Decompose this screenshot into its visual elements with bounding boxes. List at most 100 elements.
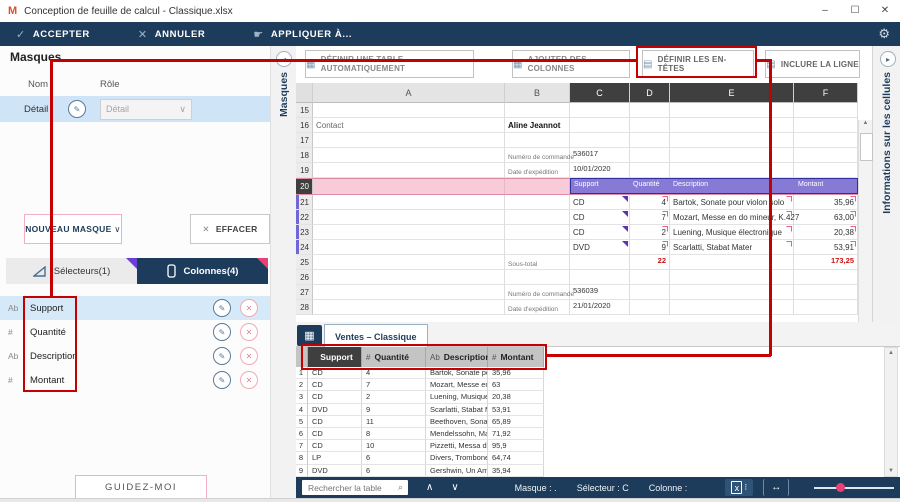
cell-d[interactable]: 2	[630, 225, 670, 240]
cell-quantite[interactable]: 11	[362, 416, 426, 428]
cell-description[interactable]: Mendelssohn, March...	[426, 428, 488, 440]
column-header-e[interactable]: E	[670, 83, 794, 103]
row-number[interactable]: 28	[296, 300, 313, 315]
cell-b[interactable]	[505, 240, 570, 255]
cell-support[interactable]: CD	[308, 440, 362, 452]
cell-a[interactable]	[313, 255, 505, 270]
cell-support[interactable]: DVD	[308, 465, 362, 477]
cell-montant[interactable]: 65,89	[488, 416, 544, 428]
new-mask-button[interactable]: NOUVEAU MASQUE ∨	[24, 214, 122, 244]
table-row[interactable]: 2 CD 7 Mozart, Messe en do... 63	[296, 379, 544, 391]
collapse-right-icon[interactable]: ▸	[880, 51, 896, 67]
cell-b[interactable]: Numéro de commande	[505, 285, 570, 300]
cell-description[interactable]: Luening, Musique éle...	[426, 391, 488, 403]
cell-e[interactable]	[670, 270, 794, 285]
cell-a[interactable]	[313, 179, 505, 194]
cell-d[interactable]: 9	[630, 240, 670, 255]
cell-d[interactable]: 7	[630, 210, 670, 225]
scroll-down-icon[interactable]: ▼	[888, 468, 894, 474]
cell-quantite[interactable]: 8	[362, 428, 426, 440]
cell-e[interactable]	[670, 118, 794, 133]
cell-c[interactable]: 536017	[570, 148, 630, 163]
cancel-button[interactable]: ✕ ANNULER	[138, 28, 205, 41]
cell-description[interactable]: Beethoven, Sonate P...	[426, 416, 488, 428]
next-match-icon[interactable]: ∨	[451, 482, 458, 493]
cell-quantite[interactable]: 10	[362, 440, 426, 452]
cell-c[interactable]	[570, 103, 630, 118]
row-number[interactable]: 19	[296, 163, 313, 178]
column-header-c[interactable]: C	[570, 83, 630, 103]
row-number[interactable]: 26	[296, 270, 313, 285]
tab-selecteurs[interactable]: Sélecteurs(1)	[6, 258, 137, 284]
define-table-button[interactable]: ▦ DÉFINIR UNE TABLE AUTOMATIQUEMENT	[305, 50, 474, 78]
close-icon[interactable]: ✕	[870, 0, 900, 22]
cell-description[interactable]: Mozart, Messe en do...	[426, 379, 488, 391]
edit-column-icon[interactable]: ✎	[213, 323, 231, 341]
cell-e[interactable]: Mozart, Messe en do mineur, K.427	[670, 210, 794, 225]
header-selection-range[interactable]: Support Quantité Description Montant	[570, 178, 858, 194]
cell-c[interactable]	[570, 118, 630, 133]
table-row[interactable]: 3 CD 2 Luening, Musique éle... 20,38	[296, 391, 544, 403]
cell-c[interactable]: DVD	[570, 240, 630, 255]
cell-e[interactable]	[670, 163, 794, 178]
row-number[interactable]: 24	[296, 240, 313, 255]
cell-f[interactable]	[794, 148, 858, 163]
cell-c[interactable]: CD	[570, 195, 630, 210]
table-row[interactable]: 5 CD 11 Beethoven, Sonate P... 65,89	[296, 416, 544, 428]
cell-d[interactable]	[630, 270, 670, 285]
cell-f[interactable]	[794, 270, 858, 285]
cell-a[interactable]	[313, 148, 505, 163]
guide-me-button[interactable]: GUIDEZ-MOI	[75, 475, 207, 499]
cell-c[interactable]	[570, 133, 630, 148]
cell-f[interactable]	[794, 300, 858, 315]
cell-montant[interactable]: 53,91	[488, 404, 544, 416]
cell-e[interactable]: Scarlatti, Stabat Mater	[670, 240, 794, 255]
column-header-a[interactable]: A	[313, 83, 505, 103]
cell-b[interactable]: Sous-total	[505, 255, 570, 270]
corner-cell[interactable]	[296, 83, 313, 103]
table-row[interactable]: 9 DVD 6 Gershwin, Un Améric... 35,94	[296, 465, 544, 477]
edit-column-icon[interactable]: ✎	[213, 371, 231, 389]
cell-c[interactable]: CD	[570, 225, 630, 240]
cell-support[interactable]: LP	[308, 452, 362, 464]
cell-a[interactable]	[313, 285, 505, 300]
zoom-slider-handle[interactable]	[836, 483, 845, 492]
cell-f[interactable]: 35,96	[794, 195, 858, 210]
delete-column-icon[interactable]: ✕	[240, 371, 258, 389]
cell-support[interactable]: CD	[308, 391, 362, 403]
cell-f[interactable]	[794, 118, 858, 133]
cell-c[interactable]: 536039	[570, 285, 630, 300]
cell-d[interactable]: 4	[630, 195, 670, 210]
previous-match-icon[interactable]: ∧	[426, 482, 433, 493]
cell-d[interactable]	[630, 285, 670, 300]
accept-button[interactable]: ✓ ACCEPTER	[16, 28, 90, 41]
cell-d[interactable]	[630, 300, 670, 315]
cell-d[interactable]	[630, 163, 670, 178]
cell-b[interactable]	[505, 103, 570, 118]
cell-montant[interactable]: 95,9	[488, 440, 544, 452]
cell-b[interactable]	[505, 195, 570, 210]
cell-montant[interactable]: 35,94	[488, 465, 544, 477]
row-number[interactable]: 17	[296, 133, 313, 148]
cell-b[interactable]: Aline Jeannot	[505, 118, 570, 133]
cell-quantite[interactable]: 2	[362, 391, 426, 403]
minimize-icon[interactable]: –	[810, 0, 840, 22]
column-header-d[interactable]: D	[630, 83, 670, 103]
cell-quantite[interactable]: 7	[362, 379, 426, 391]
cell-e[interactable]	[670, 300, 794, 315]
cell-info-side-tab[interactable]: Informations sur les cellules	[881, 72, 893, 214]
cell-b[interactable]	[505, 270, 570, 285]
cell-e[interactable]	[670, 255, 794, 270]
cell-b[interactable]: Numéro de commande	[505, 148, 570, 163]
cell-a[interactable]	[313, 270, 505, 285]
cell-b[interactable]	[505, 210, 570, 225]
delete-column-icon[interactable]: ✕	[240, 323, 258, 341]
scroll-up-icon[interactable]: ▲	[888, 350, 894, 356]
cell-a[interactable]: Contact	[313, 118, 505, 133]
cell-description[interactable]: Scarlatti, Stabat Mater	[426, 404, 488, 416]
cell-montant[interactable]: 20,38	[488, 391, 544, 403]
table-vertical-scrollbar[interactable]: ▲ ▼	[884, 347, 898, 477]
clear-button[interactable]: ✕ EFFACER	[190, 214, 270, 244]
cell-d[interactable]	[630, 148, 670, 163]
sheet-vertical-scrollbar[interactable]: ▲	[858, 120, 872, 350]
